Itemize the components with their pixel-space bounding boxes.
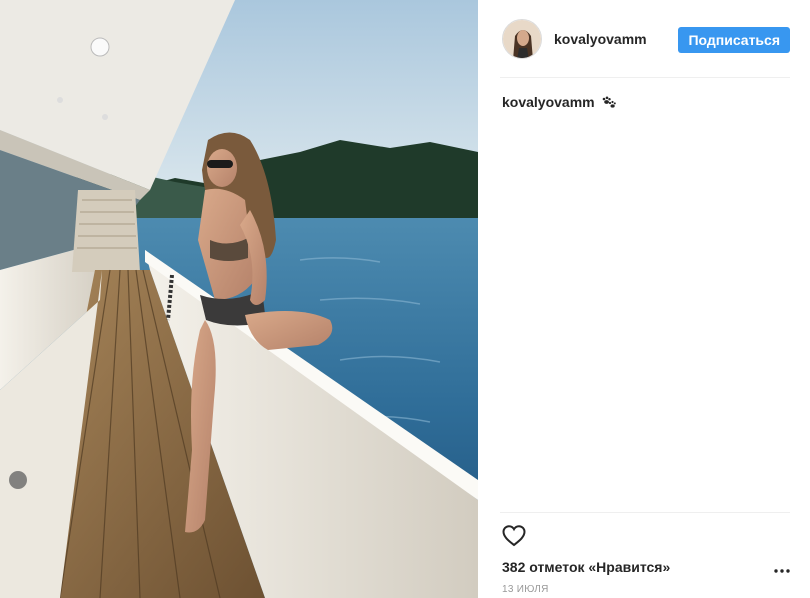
heart-outline-icon: [502, 525, 526, 547]
paw-prints-icon: [601, 94, 617, 112]
post-photo[interactable]: [0, 0, 478, 598]
post-author-username[interactable]: kovalyovamm: [554, 31, 647, 47]
more-options-button[interactable]: [772, 562, 792, 578]
post-sidebar: kovalyovamm Подписаться kovalyovamm 382 …: [478, 0, 810, 598]
follow-button[interactable]: Подписаться: [678, 27, 790, 53]
actions-divider: [500, 512, 790, 513]
likes-count[interactable]: 382 отметок «Нравится»: [502, 559, 670, 575]
post-photo-image: [0, 0, 478, 598]
post-caption: kovalyovamm: [502, 93, 790, 112]
header-divider: [500, 77, 790, 78]
more-options-icon: [774, 569, 790, 573]
like-button[interactable]: [500, 522, 528, 550]
post-date[interactable]: 13 ИЮЛЯ: [502, 584, 549, 595]
post-header: kovalyovamm Подписаться: [502, 16, 790, 62]
caption-username[interactable]: kovalyovamm: [502, 94, 595, 110]
avatar[interactable]: [502, 19, 542, 59]
